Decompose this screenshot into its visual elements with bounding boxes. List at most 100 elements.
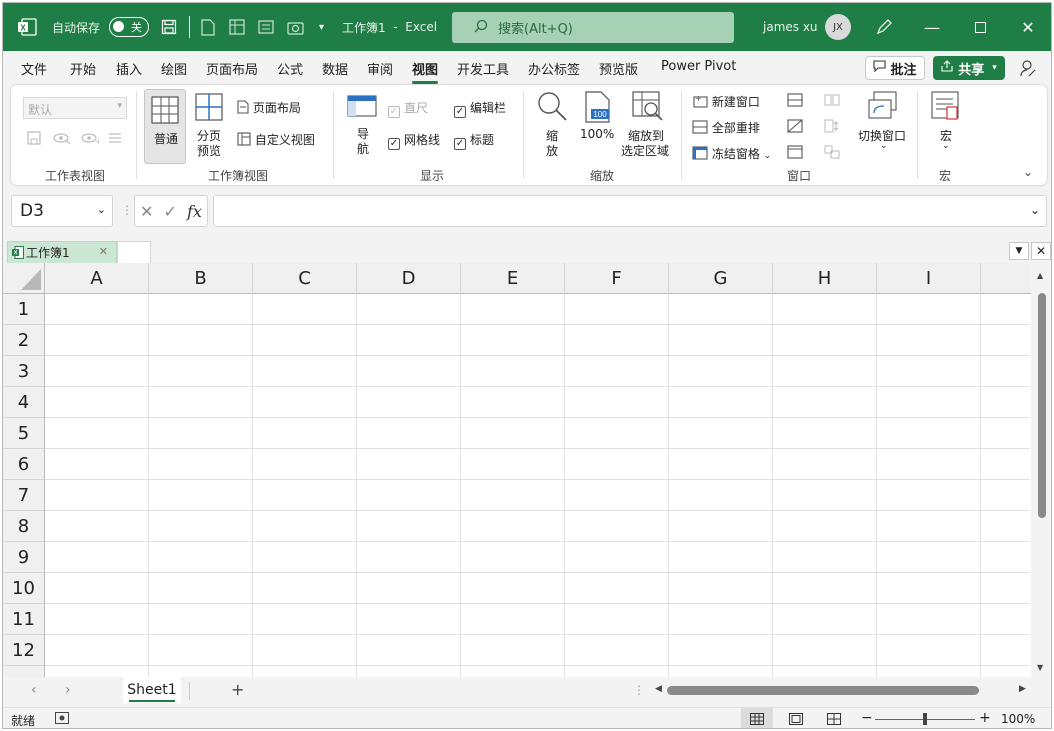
row-header[interactable]: 8	[3, 511, 45, 542]
macro-record-icon[interactable]	[55, 712, 69, 727]
page-break-preview-button[interactable]: 分页 预览	[193, 91, 235, 161]
row-header[interactable]: 5	[3, 418, 45, 449]
tab-insert[interactable]: 插入	[116, 59, 142, 78]
tab-developer[interactable]: 开发工具	[457, 59, 509, 78]
ruler-checkbox[interactable]: ✓ 直尺	[388, 99, 428, 118]
column-header[interactable]: A	[45, 263, 149, 294]
gridlines-checkbox[interactable]: ✓ 网格线	[388, 131, 440, 150]
row-header[interactable]: 6	[3, 449, 45, 480]
arrange-all-button[interactable]: 全部重排	[692, 119, 760, 136]
exit-view-icon[interactable]	[53, 132, 71, 147]
freeze-panes-button[interactable]: 冻结窗格 ⌄	[692, 145, 771, 162]
scroll-right-icon[interactable]: ▶	[1019, 684, 1026, 694]
column-header[interactable]: E	[461, 263, 565, 294]
hide-window-icon[interactable]	[787, 119, 803, 136]
new-file-icon[interactable]	[201, 3, 215, 51]
macros-button[interactable]: 宏 ⌄	[927, 91, 967, 161]
row-header[interactable]: 9	[3, 542, 45, 573]
zoom-level[interactable]: 100%	[1001, 712, 1035, 726]
column-header[interactable]: D	[357, 263, 461, 294]
row-header[interactable]: 3	[3, 356, 45, 387]
keep-view-icon[interactable]	[27, 131, 41, 148]
share-button[interactable]: 共享 ▾	[933, 56, 1005, 80]
more-options-icon[interactable]: ⋮	[121, 203, 133, 217]
table-icon[interactable]	[229, 3, 245, 51]
side-by-side-icon[interactable]	[824, 93, 840, 110]
page-layout-status-icon[interactable]	[789, 713, 803, 728]
next-sheet-icon[interactable]: ›	[65, 682, 71, 698]
page-break-status-icon[interactable]	[827, 713, 841, 728]
column-header[interactable]: G	[669, 263, 773, 294]
options-list-icon[interactable]	[108, 131, 122, 148]
custom-views-button[interactable]: 自定义视图	[237, 131, 315, 148]
navigation-button[interactable]: 导 航	[345, 93, 381, 161]
search-box[interactable]: 搜索(Alt+Q)	[452, 12, 734, 43]
horizontal-scroll-thumb[interactable]	[667, 686, 979, 695]
formula-bar-checkbox[interactable]: ✓ 编辑栏	[454, 99, 506, 118]
expand-formula-icon[interactable]: ⌄	[1030, 203, 1040, 217]
close-icon[interactable]: ✕	[99, 245, 108, 258]
tab-office-tab[interactable]: 办公标签	[528, 59, 580, 78]
row-header-partial[interactable]	[3, 666, 45, 677]
zoom-button[interactable]: 缩 放	[534, 91, 570, 161]
normal-view-button[interactable]: 普通	[144, 89, 186, 164]
name-box[interactable]: D3 ⌄	[11, 195, 113, 227]
row-header[interactable]: 12	[3, 635, 45, 666]
new-view-icon[interactable]: +	[81, 132, 102, 147]
tab-view[interactable]: 视图	[412, 59, 439, 84]
zoom-slider-thumb[interactable]	[923, 713, 927, 725]
sync-scroll-icon[interactable]	[824, 119, 840, 136]
add-sheet-button[interactable]: +	[231, 680, 244, 699]
collapse-ribbon-icon[interactable]: ⌄	[1023, 165, 1033, 179]
save-icon[interactable]	[161, 3, 177, 51]
maximize-button[interactable]	[957, 3, 1003, 51]
prev-sheet-icon[interactable]: ‹	[31, 682, 37, 698]
sheet-view-select[interactable]: 默认 ▾	[23, 97, 127, 119]
vertical-scrollbar[interactable]: ▲ ▼	[1031, 263, 1051, 677]
tab-home[interactable]: 开始	[70, 59, 96, 78]
sheet-tab-sheet1[interactable]: Sheet1	[123, 677, 181, 703]
autosave-toggle[interactable]: 关	[109, 3, 149, 51]
unhide-window-icon[interactable]	[787, 145, 803, 162]
formula-input[interactable]: ⌄	[213, 195, 1047, 227]
page-layout-view-button[interactable]: 页面布局	[237, 99, 301, 116]
pen-icon[interactable]	[875, 3, 893, 51]
tab-draw[interactable]: 绘图	[161, 59, 187, 78]
user-name[interactable]: james xu	[763, 3, 818, 51]
close-workbook-icon[interactable]: ✕	[1031, 242, 1051, 260]
normal-view-status-button[interactable]	[741, 708, 773, 728]
tab-formulas[interactable]: 公式	[277, 59, 303, 78]
column-header[interactable]: B	[149, 263, 253, 294]
column-header[interactable]: H	[773, 263, 877, 294]
zoom-to-selection-button[interactable]: 缩放到 选定区域	[618, 91, 678, 161]
zoom-in-icon[interactable]: +	[979, 710, 991, 726]
insert-function-button[interactable]: fx	[187, 202, 202, 221]
row-header[interactable]: 7	[3, 480, 45, 511]
zoom-100-button[interactable]: 100 100%	[577, 91, 615, 161]
column-header[interactable]: I	[877, 263, 981, 294]
tab-data[interactable]: 数据	[322, 59, 348, 78]
split-icon[interactable]	[787, 93, 803, 110]
zoom-out-icon[interactable]: −	[861, 710, 873, 726]
tab-list-dropdown-icon[interactable]: ▼	[1009, 242, 1029, 260]
close-button[interactable]: ✕	[1005, 3, 1051, 51]
worksheet-grid[interactable]: ABCDEFGHI 1 2 3 4 5 6 7 8 9 10 11 12 ▲ ▼	[3, 263, 1051, 677]
tab-file[interactable]: 文件	[21, 59, 47, 78]
camera-icon[interactable]	[287, 3, 304, 51]
tab-preview[interactable]: 预览版	[599, 59, 638, 78]
column-header[interactable]: F	[565, 263, 669, 294]
comments-button[interactable]: 批注	[865, 56, 925, 80]
select-all-button[interactable]	[3, 263, 45, 294]
vertical-scroll-thumb[interactable]	[1038, 293, 1046, 518]
coauthor-icon[interactable]	[1019, 59, 1037, 80]
minimize-button[interactable]: —	[909, 3, 955, 51]
cancel-icon[interactable]: ✕	[140, 202, 153, 221]
split-handle-icon[interactable]: ⋮	[633, 683, 645, 697]
tab-page-layout[interactable]: 页面布局	[206, 59, 258, 78]
headings-checkbox[interactable]: ✓ 标题	[454, 131, 494, 150]
tab-review[interactable]: 审阅	[367, 59, 393, 78]
new-workbook-tab[interactable]	[117, 241, 151, 263]
new-window-button[interactable]: + 新建窗口	[692, 93, 760, 110]
scroll-left-icon[interactable]: ◀	[655, 684, 662, 694]
row-header[interactable]: 4	[3, 387, 45, 418]
